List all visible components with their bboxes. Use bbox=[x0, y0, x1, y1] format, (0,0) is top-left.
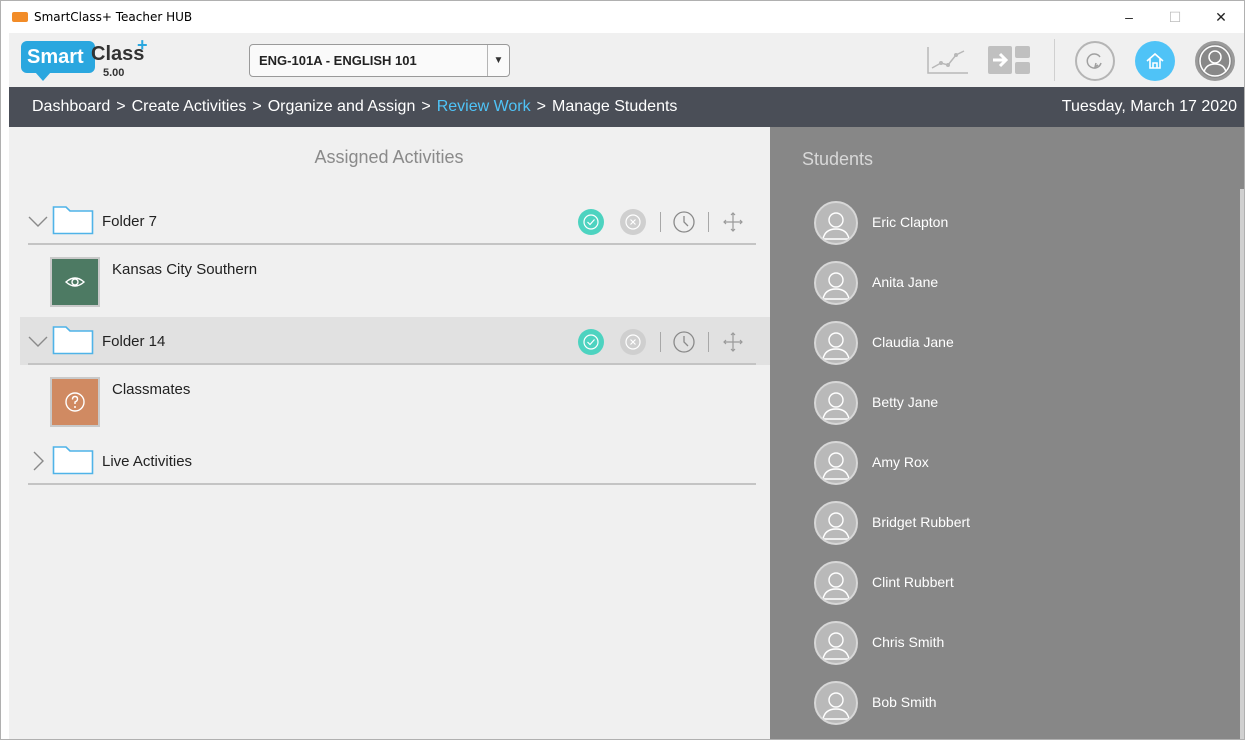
clock-icon[interactable] bbox=[671, 329, 697, 355]
folder-name: Folder 7 bbox=[102, 213, 158, 230]
breadcrumb-separator: > bbox=[252, 98, 262, 115]
folder-row-folder-14[interactable]: Folder 14 bbox=[20, 317, 770, 365]
chevron-down-icon[interactable]: ▼ bbox=[487, 45, 509, 76]
breadcrumb-dashboard[interactable]: Dashboard bbox=[32, 98, 110, 115]
breadcrumb-organize-and-assign[interactable]: Organize and Assign bbox=[268, 98, 416, 115]
home-icon[interactable] bbox=[1135, 41, 1175, 81]
breadcrumb-review-work[interactable]: Review Work bbox=[437, 98, 531, 115]
control-divider bbox=[708, 212, 709, 232]
chevron-down-icon[interactable] bbox=[28, 331, 48, 351]
eye-icon[interactable] bbox=[50, 257, 100, 307]
window-title: SmartClass+ Teacher HUB bbox=[34, 10, 193, 24]
question-icon[interactable] bbox=[50, 377, 100, 427]
avatar-icon bbox=[814, 201, 858, 245]
avatar-icon bbox=[814, 501, 858, 545]
assigned-activities-panel: Assigned Activities Folder 7 Kansas City… bbox=[9, 127, 770, 739]
logo-plus: + bbox=[137, 35, 148, 55]
breadcrumb: Dashboard > Create Activities > Organize and… bbox=[32, 98, 677, 116]
current-date: Tuesday, March 17 2020 bbox=[1061, 98, 1237, 115]
check-icon[interactable] bbox=[578, 329, 604, 355]
student-name: Clint Rubbert bbox=[872, 574, 954, 590]
activity-classmates[interactable]: Classmates bbox=[50, 377, 450, 433]
avatar-icon bbox=[814, 621, 858, 665]
students-scrollbar[interactable] bbox=[1240, 189, 1244, 739]
activity-name: Classmates bbox=[112, 381, 191, 398]
move-icon[interactable] bbox=[720, 209, 746, 235]
folder-divider bbox=[28, 243, 756, 245]
avatar-icon bbox=[814, 261, 858, 305]
student-name: Betty Jane bbox=[872, 394, 939, 410]
logo-version: 5.00 bbox=[103, 67, 125, 79]
move-icon[interactable] bbox=[720, 329, 746, 355]
app-header: Smart Class + 5.00 ENG-101A - ENGLISH 10… bbox=[9, 33, 1244, 87]
control-divider bbox=[660, 332, 661, 352]
activity-name: Kansas City Southern bbox=[112, 261, 258, 278]
student-name: Anita Jane bbox=[872, 274, 939, 290]
avatar-icon bbox=[814, 381, 858, 425]
student-name: Bridget Rubbert bbox=[872, 514, 971, 530]
folder-row-live-activities[interactable]: Live Activities bbox=[20, 437, 770, 485]
check-icon[interactable] bbox=[578, 209, 604, 235]
folder-name: Folder 14 bbox=[102, 333, 166, 350]
student-name: Bob Smith bbox=[872, 694, 937, 710]
folder-name: Live Activities bbox=[102, 453, 193, 470]
student-name: Eric Clapton bbox=[872, 214, 949, 230]
student-item[interactable]: Clint Rubbert bbox=[814, 561, 1174, 607]
avatar-icon bbox=[814, 561, 858, 605]
control-divider bbox=[708, 332, 709, 352]
folder-divider bbox=[28, 363, 756, 365]
student-name: Claudia Jane bbox=[872, 334, 954, 350]
student-name: Amy Rox bbox=[872, 454, 929, 470]
close-button[interactable]: ✕ bbox=[1198, 1, 1244, 33]
folder-row-folder-7[interactable]: Folder 7 bbox=[20, 197, 770, 245]
student-item[interactable]: Betty Jane bbox=[814, 381, 1174, 427]
student-item[interactable]: Amy Rox bbox=[814, 441, 1174, 487]
student-item[interactable]: Bridget Rubbert bbox=[814, 501, 1174, 547]
profile-icon[interactable] bbox=[1195, 41, 1235, 81]
app-window: SmartClass+ Teacher HUB – ☐ ✕ Smart Clas… bbox=[0, 0, 1245, 740]
course-select[interactable]: ENG-101A - ENGLISH 101 ▼ bbox=[249, 44, 510, 77]
folder-icon bbox=[52, 203, 94, 235]
student-item[interactable]: Chris Smith bbox=[814, 621, 1174, 667]
breadcrumb-create-activities[interactable]: Create Activities bbox=[132, 98, 247, 115]
student-item[interactable]: Anita Jane bbox=[814, 261, 1174, 307]
student-item[interactable]: Bob Smith bbox=[814, 681, 1174, 727]
activity-kansas-city-southern[interactable]: Kansas City Southern bbox=[50, 257, 450, 313]
logo-brand-smart: Smart bbox=[21, 41, 95, 81]
chart-icon[interactable] bbox=[924, 43, 970, 77]
breadcrumb-separator: > bbox=[421, 98, 431, 115]
breadcrumb-separator: > bbox=[536, 98, 546, 115]
folder-divider bbox=[28, 483, 756, 485]
avatar-icon bbox=[814, 681, 858, 725]
minimize-button[interactable]: – bbox=[1106, 1, 1152, 33]
folder-icon bbox=[52, 443, 94, 475]
refresh-icon[interactable] bbox=[1075, 41, 1115, 81]
student-name: Chris Smith bbox=[872, 634, 945, 650]
maximize-button[interactable]: ☐ bbox=[1152, 1, 1198, 33]
control-divider bbox=[660, 212, 661, 232]
cancel-icon[interactable] bbox=[620, 329, 646, 355]
breadcrumb-manage-students[interactable]: Manage Students bbox=[552, 98, 677, 115]
assigned-activities-title: Assigned Activities bbox=[314, 147, 464, 167]
students-title: Students bbox=[802, 149, 874, 169]
app-icon bbox=[12, 12, 28, 22]
title-bar: SmartClass+ Teacher HUB – ☐ ✕ bbox=[1, 1, 1244, 33]
assign-icon[interactable] bbox=[986, 43, 1032, 77]
breadcrumb-separator: > bbox=[116, 98, 126, 115]
smartclass-logo: Smart Class + 5.00 bbox=[21, 35, 151, 83]
course-select-value: ENG-101A - ENGLISH 101 bbox=[259, 53, 417, 68]
folder-icon bbox=[52, 323, 94, 355]
avatar-icon bbox=[814, 321, 858, 365]
avatar-icon bbox=[814, 441, 858, 485]
breadcrumb-bar: Dashboard > Create Activities > Organize and… bbox=[9, 87, 1244, 127]
chevron-right-icon[interactable] bbox=[28, 451, 48, 471]
cancel-icon[interactable] bbox=[620, 209, 646, 235]
student-item[interactable]: Claudia Jane bbox=[814, 321, 1174, 367]
students-panel: Students Eric Clapton Anita Jane Claudia… bbox=[770, 127, 1244, 739]
clock-icon[interactable] bbox=[671, 209, 697, 235]
header-divider bbox=[1054, 39, 1055, 81]
student-item[interactable]: Eric Clapton bbox=[814, 201, 1174, 247]
chevron-down-icon[interactable] bbox=[28, 211, 48, 231]
